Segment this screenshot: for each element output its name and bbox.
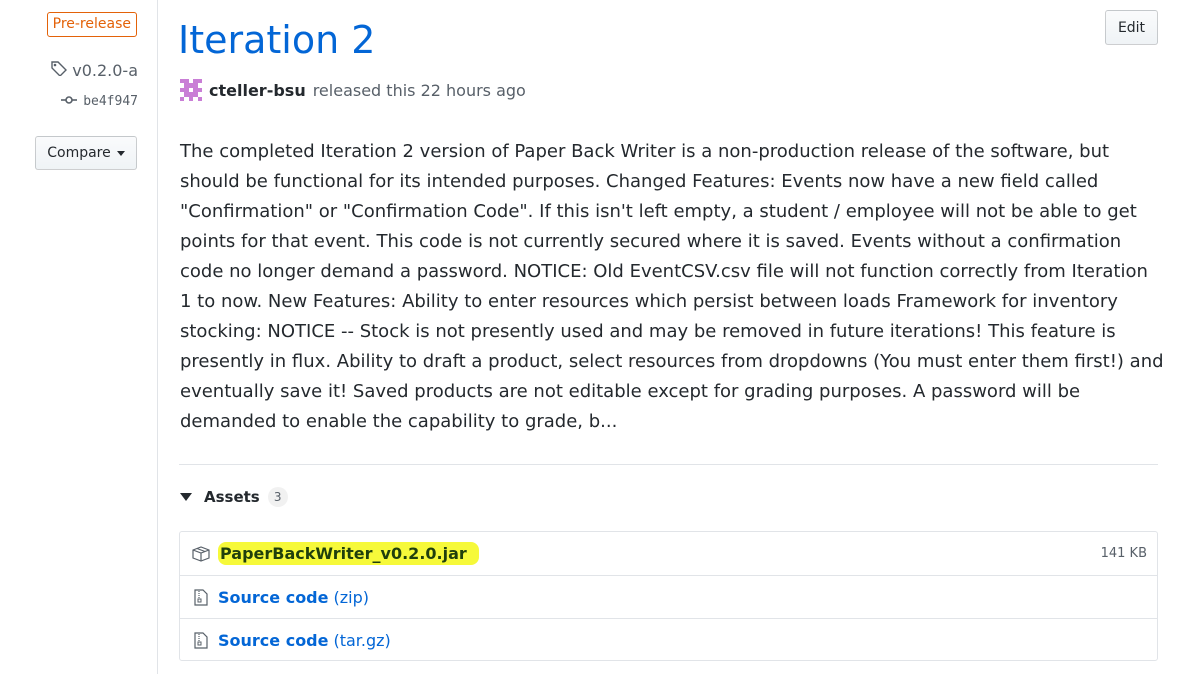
tag-label: v0.2.0-a [72, 60, 138, 80]
file-zip-icon [192, 631, 210, 649]
compare-button[interactable]: Compare [35, 136, 137, 170]
released-time: released this 22 hours ago [312, 80, 526, 100]
commit-icon [61, 94, 78, 109]
asset-download-link[interactable]: PaperBackWriter_v0.2.0.jar [218, 542, 479, 565]
source-targz-suffix[interactable]: (tar.gz) [333, 631, 390, 650]
tag-icon [50, 60, 68, 80]
section-divider [179, 464, 1158, 465]
source-zip-link[interactable]: Source code [218, 588, 328, 607]
prerelease-badge: Pre-release [46, 12, 137, 37]
release-meta-column: Pre-release v0.2.0-a be4f947 Compare [0, 0, 159, 674]
assets-heading: Assets [204, 488, 260, 506]
caret-down-icon [116, 150, 125, 156]
asset-size: 141 KB [1100, 546, 1147, 561]
file-zip-icon [192, 588, 210, 606]
edit-button[interactable]: Edit [1105, 10, 1158, 45]
source-zip-suffix[interactable]: (zip) [333, 588, 368, 607]
asset-row-targz: Source code (tar.gz) [180, 618, 1157, 661]
source-targz-link[interactable]: Source code [218, 631, 328, 650]
triangle-down-icon [180, 493, 192, 501]
release-commit[interactable]: be4f947 [61, 94, 138, 109]
release-tag[interactable]: v0.2.0-a [50, 60, 138, 80]
avatar[interactable] [180, 79, 202, 101]
package-icon [192, 545, 210, 563]
commit-hash: be4f947 [83, 94, 138, 109]
column-divider [157, 0, 158, 674]
assets-count: 3 [267, 487, 288, 507]
compare-label: Compare [47, 145, 111, 161]
release-byline: cteller-bsu released this 22 hours ago [180, 79, 526, 101]
assets-list: PaperBackWriter_v0.2.0.jar 141 KB Source… [179, 531, 1158, 661]
author-link[interactable]: cteller-bsu [209, 81, 306, 100]
asset-row-zip: Source code (zip) [180, 575, 1157, 618]
asset-row-jar: PaperBackWriter_v0.2.0.jar 141 KB [180, 532, 1157, 575]
release-title[interactable]: Iteration 2 [178, 18, 375, 62]
assets-toggle[interactable]: Assets 3 [180, 487, 288, 507]
release-description: The completed Iteration 2 version of Pap… [180, 141, 1164, 432]
